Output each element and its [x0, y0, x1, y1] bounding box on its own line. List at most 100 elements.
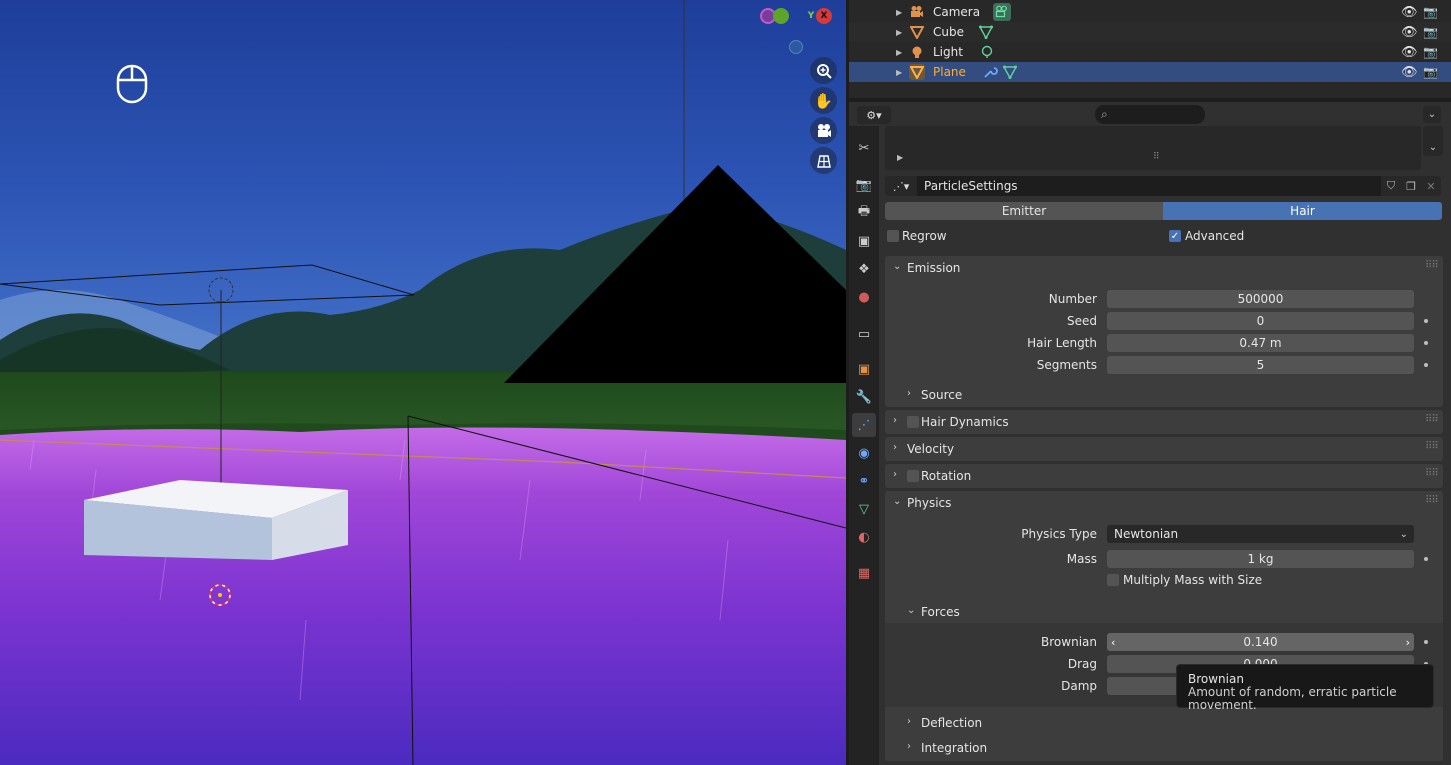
source-subpanel-header[interactable]: › Source — [885, 384, 1443, 406]
keyframe-dot-icon[interactable] — [1424, 640, 1428, 644]
pan-hand-icon[interactable]: ✋ — [810, 87, 837, 114]
fake-user-shield-icon[interactable]: ⛉ — [1381, 176, 1401, 196]
visibility-eye-icon[interactable]: 👁 — [1401, 45, 1418, 60]
type-emitter-button[interactable]: Emitter — [885, 202, 1163, 220]
regrow-checkbox[interactable] — [887, 230, 899, 242]
subpanel-title: Forces — [921, 605, 960, 619]
texture-tab-icon[interactable]: ▦ — [852, 561, 876, 585]
wrench-modifier-icon[interactable] — [983, 64, 998, 82]
collection-tab-icon[interactable]: ▭ — [852, 322, 876, 346]
physics-header[interactable]: ⌄ Physics ⠿⠿ — [885, 491, 1443, 515]
increment-arrow-icon[interactable]: › — [1406, 636, 1410, 649]
output-tab-icon[interactable]: 🖶 — [852, 201, 876, 225]
chevron-down-icon[interactable]: ⌄ — [1423, 106, 1441, 123]
velocity-header[interactable]: › Velocity ⠿⠿ — [885, 437, 1443, 461]
drag-grip-icon[interactable]: ⠿⠿ — [1425, 260, 1439, 271]
modifier-tab-icon[interactable]: 🔧 — [852, 385, 876, 409]
integration-subpanel-header[interactable]: › Integration — [885, 737, 1443, 759]
outliner-item-label[interactable]: Light — [933, 45, 963, 59]
seed-field[interactable]: 0 — [1107, 312, 1414, 330]
axis-x-icon[interactable]: X — [816, 8, 832, 24]
drag-label: Drag — [1067, 657, 1097, 671]
chevron-right-icon: › — [893, 415, 897, 426]
render-camera-icon[interactable]: 📷 — [1423, 65, 1438, 79]
drag-grip-icon[interactable]: ⠿⠿ — [1425, 495, 1439, 506]
outliner-row-plane[interactable]: ▶ Plane 👁 📷 — [849, 62, 1451, 82]
visibility-eye-icon[interactable]: 👁 — [1401, 25, 1418, 40]
particles-tab-icon[interactable]: ⋰ — [852, 413, 876, 437]
rotation-header[interactable]: › Rotation ⠿⠿ — [885, 464, 1443, 488]
expand-arrow-icon[interactable]: ▶ — [896, 8, 902, 17]
particle-settings-name-field[interactable]: ParticleSettings — [917, 176, 1381, 196]
camera-view-icon[interactable] — [810, 117, 837, 144]
editor-type-menu[interactable]: ⚙▾ — [857, 106, 891, 124]
drag-grip-icon[interactable]: ⠿⠿ — [1425, 441, 1439, 452]
outliner-item-label[interactable]: Plane — [933, 65, 966, 79]
expand-arrow-icon[interactable]: ▶ — [896, 68, 902, 77]
expand-arrow-icon[interactable]: ▶ — [896, 28, 902, 37]
render-camera-icon[interactable]: 📷 — [1423, 45, 1438, 59]
view-layer-tab-icon[interactable]: ▣ — [852, 229, 876, 253]
keyframe-dot-icon[interactable] — [1424, 341, 1428, 345]
keyframe-dot-icon[interactable] — [1424, 319, 1428, 323]
emission-header[interactable]: ⌄ Emission ⠿⠿ — [885, 256, 1443, 280]
multiply-mass-checkbox[interactable] — [1107, 574, 1119, 586]
constraints-tab-icon[interactable]: ⚭ — [852, 469, 876, 493]
3d-viewport[interactable]: Y X ✋ — [0, 0, 846, 765]
visibility-eye-icon[interactable]: 👁 — [1401, 5, 1418, 20]
resize-grip-icon[interactable]: ⠿ — [1153, 152, 1160, 162]
rotation-checkbox[interactable] — [907, 470, 919, 482]
axis-y-icon[interactable] — [773, 8, 789, 24]
expand-arrow-icon[interactable]: ▶ — [897, 153, 903, 162]
grid-projection-icon[interactable] — [810, 147, 837, 174]
advanced-label: Advanced — [1185, 229, 1245, 243]
physics-type-dropdown[interactable]: Newtonian ⌄ — [1107, 525, 1414, 543]
world-tab-icon[interactable]: ● — [852, 285, 876, 309]
outliner-item-label[interactable]: Camera — [933, 5, 980, 19]
chevron-down-icon[interactable]: ⌄ — [1423, 138, 1443, 156]
particle-settings-browse-icon[interactable]: ⋰▾ — [885, 176, 917, 196]
outliner-item-label[interactable]: Cube — [933, 25, 964, 39]
close-icon[interactable]: ✕ — [1421, 176, 1441, 196]
visibility-eye-icon[interactable]: 👁 — [1401, 65, 1418, 80]
advanced-checkbox[interactable]: ✓ — [1169, 230, 1181, 242]
tool-tab-icon[interactable]: ✂ — [852, 136, 876, 160]
drag-grip-icon[interactable]: ⠿⠿ — [1425, 414, 1439, 425]
hair-length-field[interactable]: 0.47 m — [1107, 334, 1414, 352]
render-tab-icon[interactable]: 📷 — [852, 173, 876, 197]
axis-z-icon[interactable] — [789, 40, 803, 54]
mesh-data-icon[interactable] — [978, 25, 994, 42]
particle-system-list[interactable]: ▶ ⠿ — [885, 126, 1421, 170]
physics-tab-icon[interactable]: ◉ — [852, 441, 876, 465]
segments-field[interactable]: 5 — [1107, 356, 1414, 374]
outliner-row-cube[interactable]: ▶ Cube 👁 📷 — [849, 22, 1451, 42]
zoom-icon[interactable] — [810, 57, 837, 84]
outliner-row-camera[interactable]: ▶ Camera 👁 📷 — [849, 2, 1451, 22]
number-field[interactable]: 500000 — [1107, 290, 1414, 308]
expand-arrow-icon[interactable]: ▶ — [896, 48, 902, 57]
camera-data-icon[interactable] — [993, 3, 1011, 21]
mesh-data-tab-icon[interactable]: ▽ — [852, 497, 876, 521]
hair-dynamics-checkbox[interactable] — [907, 416, 919, 428]
decrement-arrow-icon[interactable]: ‹ — [1111, 636, 1115, 649]
keyframe-dot-icon[interactable] — [1424, 557, 1428, 561]
keyframe-dot-icon[interactable] — [1424, 363, 1428, 367]
light-data-icon[interactable] — [980, 45, 994, 62]
render-camera-icon[interactable]: 📷 — [1423, 5, 1438, 19]
brownian-field[interactable]: ‹ 0.140 › — [1107, 633, 1414, 651]
type-hair-button[interactable]: Hair — [1163, 202, 1442, 220]
mass-field[interactable]: 1 kg — [1107, 550, 1414, 568]
material-tab-icon[interactable]: ◐ — [852, 525, 876, 549]
deflection-subpanel-header[interactable]: › Deflection — [885, 712, 1443, 734]
forces-subpanel-header[interactable]: ⌄ Forces — [885, 601, 1443, 623]
scene-tab-icon[interactable]: ❖ — [852, 257, 876, 281]
outliner-row-light[interactable]: ▶ Light 👁 📷 — [849, 42, 1451, 62]
hair-dynamics-header[interactable]: › Hair Dynamics ⠿⠿ — [885, 410, 1443, 434]
mesh-data-icon[interactable] — [1002, 65, 1018, 82]
object-tab-icon[interactable]: ▣ — [852, 357, 876, 381]
panel-title: Hair Dynamics — [921, 415, 1009, 429]
duplicate-icon[interactable]: ❐ — [1401, 176, 1421, 196]
properties-search-input[interactable]: ⌕ — [1095, 105, 1205, 124]
render-camera-icon[interactable]: 📷 — [1423, 25, 1438, 39]
drag-grip-icon[interactable]: ⠿⠿ — [1425, 468, 1439, 479]
